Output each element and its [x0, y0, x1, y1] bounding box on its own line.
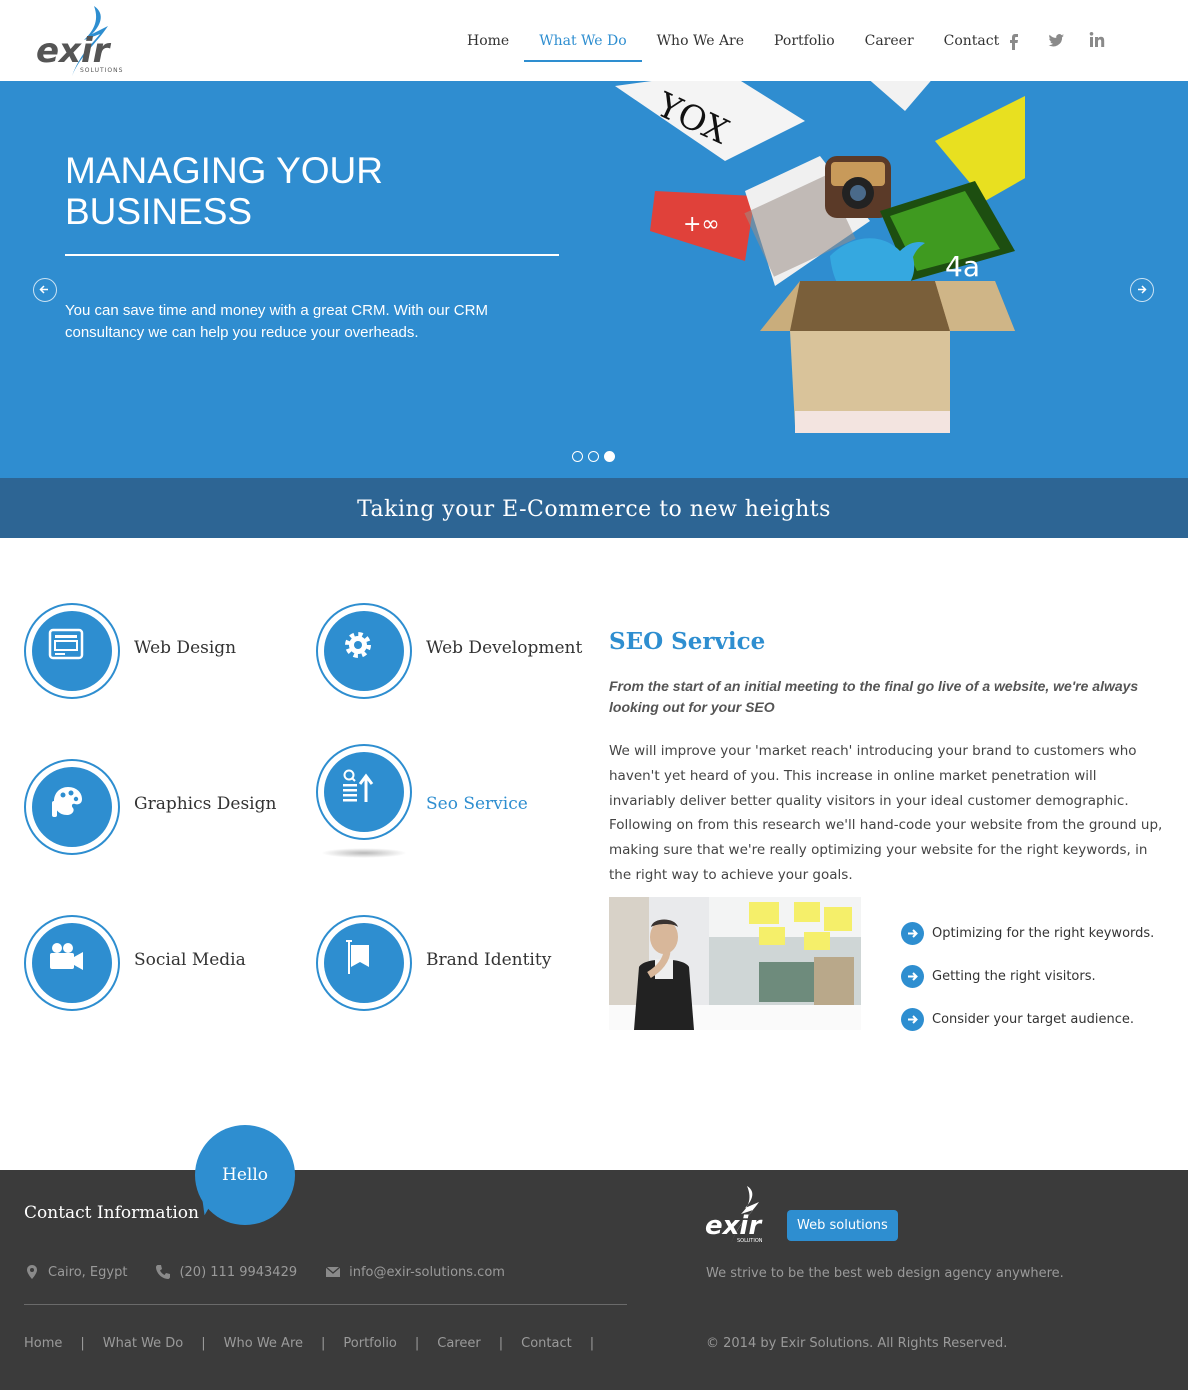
footer-link-career[interactable]: Career	[437, 1336, 480, 1351]
svg-text:exir: exir	[36, 31, 112, 71]
service-circle	[24, 759, 120, 855]
phone-icon	[156, 1265, 171, 1279]
hero-illustration: YOX +∞ 4a	[605, 81, 1125, 441]
contact-email: info@exir-solutions.com	[325, 1264, 505, 1280]
service-label: Web Design	[134, 638, 237, 658]
slider-next-button[interactable]	[1130, 278, 1154, 302]
service-label: Graphics Design	[134, 794, 277, 814]
facebook-icon[interactable]	[1004, 30, 1024, 50]
slide-dot-3[interactable]	[604, 451, 615, 462]
hello-bubble: Hello	[195, 1125, 295, 1225]
slide-dot-1[interactable]	[572, 451, 583, 462]
seo-photo	[609, 897, 861, 1030]
hero-text: You can save time and money with a great…	[65, 302, 488, 341]
contact-info: Cairo, Egypt (20) 111 9943429 info@exir-…	[24, 1264, 533, 1280]
palette-icon	[52, 787, 82, 817]
copyright-text: © 2014 by Exir Solutions. All Rights Res…	[706, 1336, 1008, 1351]
svg-text:exir: exir	[705, 1211, 763, 1241]
arrow-right-icon	[901, 1008, 924, 1031]
gear-icon	[345, 632, 371, 658]
contact-title: Contact Information	[24, 1203, 199, 1223]
tagline-banner: Taking your E-Commerce to new heights	[0, 478, 1188, 538]
service-circle	[24, 603, 120, 699]
slider-pagination	[572, 451, 615, 462]
svg-text:4a: 4a	[945, 250, 980, 283]
twitter-icon[interactable]	[1046, 30, 1066, 50]
list-item: Getting the right visitors.	[901, 955, 1154, 998]
main-nav: Home What We Do Who We Are Portfolio Car…	[452, 0, 1014, 81]
phone-text[interactable]: (20) 111 9943429	[179, 1265, 297, 1280]
location-text: Cairo, Egypt	[48, 1264, 128, 1280]
nav-career[interactable]: Career	[850, 0, 929, 62]
service-circle	[316, 603, 412, 699]
bullet-text: Optimizing for the right keywords.	[932, 926, 1155, 941]
banner-text: Taking your E-Commerce to new heights	[357, 497, 831, 522]
footer-separator: |	[80, 1336, 85, 1351]
service-label: Brand Identity	[426, 950, 552, 970]
footer-link-portfolio[interactable]: Portfolio	[343, 1336, 396, 1351]
footer-nav: Home | What We Do | Who We Are | Portfol…	[24, 1336, 612, 1351]
exir-logo[interactable]: exir SOLUTIONS	[34, 4, 144, 78]
site-header: exir SOLUTIONS Home What We Do Who We Ar…	[0, 0, 1188, 81]
flag-icon	[346, 940, 369, 974]
service-label: Social Media	[134, 950, 246, 970]
service-label: Seo Service	[426, 794, 528, 814]
svg-text:SOLUTION: SOLUTION	[737, 1238, 763, 1244]
arrow-right-icon	[901, 965, 924, 988]
web-design-icon	[48, 628, 84, 660]
nav-what-we-do[interactable]: What We Do	[524, 0, 642, 62]
slider-prev-button[interactable]	[33, 278, 57, 302]
service-circle	[24, 915, 120, 1011]
seo-bullet-list: Optimizing for the right keywords. Getti…	[901, 912, 1154, 1041]
seo-icon	[343, 769, 374, 802]
video-camera-icon	[50, 943, 83, 970]
seo-body: We will improve your 'market reach' intr…	[609, 743, 1163, 883]
footer-link-contact[interactable]: Contact	[521, 1336, 572, 1351]
slide-dot-2[interactable]	[588, 451, 599, 462]
service-circle	[316, 744, 412, 840]
contact-phone: (20) 111 9943429	[155, 1264, 297, 1280]
list-item: Optimizing for the right keywords.	[901, 912, 1154, 955]
bullet-text: Consider your target audience.	[932, 1012, 1134, 1027]
arrow-right-icon	[901, 922, 924, 945]
footer-tagline: We strive to be the best web design agen…	[706, 1266, 1064, 1281]
hero-divider	[65, 254, 559, 256]
nav-home[interactable]: Home	[452, 0, 524, 62]
list-item: Consider your target audience.	[901, 998, 1154, 1041]
email-link[interactable]: info@exir-solutions.com	[349, 1265, 505, 1280]
social-links	[1004, 30, 1108, 50]
seo-title: SEO Service	[609, 628, 766, 655]
map-pin-icon	[27, 1265, 37, 1279]
contact-location: Cairo, Egypt	[24, 1264, 127, 1280]
nav-portfolio[interactable]: Portfolio	[759, 0, 850, 62]
footer-separator: |	[414, 1336, 420, 1351]
footer-separator: |	[201, 1336, 206, 1351]
footer-exir-logo[interactable]: exir SOLUTION	[705, 1186, 785, 1246]
svg-text:+∞: +∞	[683, 212, 720, 237]
service-label: Web Development	[426, 638, 583, 658]
web-solutions-badge: Web solutions	[787, 1210, 898, 1241]
nav-contact[interactable]: Contact	[929, 0, 1015, 62]
hero-slider: MANAGING YOUR BUSINESS You can save time…	[0, 81, 1188, 478]
footer-separator: |	[321, 1336, 326, 1351]
footer-separator: |	[498, 1336, 504, 1351]
nav-who-we-are[interactable]: Who We Are	[642, 0, 759, 62]
service-circle	[316, 915, 412, 1011]
svg-text:SOLUTIONS: SOLUTIONS	[80, 67, 123, 74]
footer-divider	[24, 1304, 627, 1305]
footer-separator: |	[589, 1336, 595, 1351]
service-shadow	[321, 848, 407, 858]
mail-icon	[325, 1266, 341, 1277]
linkedin-icon[interactable]	[1088, 30, 1108, 50]
footer-link-who-we-are[interactable]: Who We Are	[224, 1336, 303, 1351]
seo-lead: From the start of an initial meeting to …	[609, 678, 1139, 715]
hero-title: MANAGING YOUR BUSINESS	[65, 150, 383, 232]
bullet-text: Getting the right visitors.	[932, 969, 1096, 984]
footer-link-home[interactable]: Home	[24, 1336, 62, 1351]
footer-link-what-we-do[interactable]: What We Do	[103, 1336, 183, 1351]
